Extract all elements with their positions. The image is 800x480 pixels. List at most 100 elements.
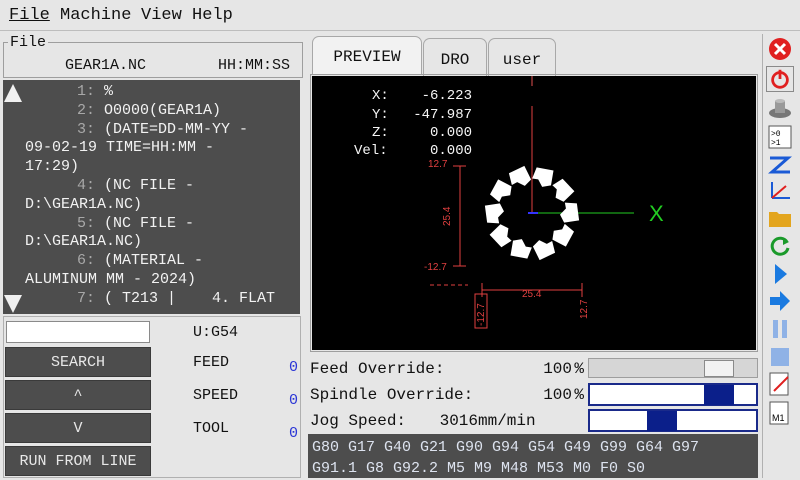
m1-icon[interactable]: M1 — [766, 400, 794, 426]
gcode-line-number: 7: — [77, 289, 96, 307]
gear-tooth — [484, 203, 504, 224]
up-button[interactable]: ^ — [5, 380, 151, 410]
step-icon[interactable] — [766, 288, 794, 314]
gcode-line-number: 5: — [77, 214, 96, 232]
file-panel-legend: File — [8, 34, 49, 51]
gcode-line-number: 1: — [77, 83, 96, 100]
menu-machine[interactable]: Machine — [60, 6, 131, 25]
gear-tooth — [489, 179, 512, 203]
active-gcodes-line1: G80 G17 G40 G21 G90 G94 G54 G49 G99 G64 … — [312, 439, 700, 456]
gcode-line[interactable]: 1: % — [25, 83, 113, 102]
menu-file[interactable]: File — [9, 6, 50, 25]
gcode-line[interactable]: 3: (DATE=DD-MM-YY - — [25, 121, 248, 140]
dro-y-value: -47.987 — [413, 107, 472, 123]
run-from-line-button[interactable]: RUN FROM LINE — [5, 446, 151, 476]
gcode-line[interactable]: D:\GEAR1A.NC) — [25, 233, 142, 252]
tool-value: 0 — [288, 425, 298, 442]
feed-override-unit: % — [574, 360, 584, 378]
power-icon[interactable] — [766, 66, 794, 92]
axes-icon[interactable] — [766, 178, 794, 204]
stop-icon[interactable] — [766, 344, 794, 370]
scroll-down-icon[interactable] — [4, 295, 22, 313]
search-input[interactable] — [6, 321, 150, 343]
scroll-up-icon[interactable] — [4, 84, 22, 102]
gcode-line[interactable]: 6: (MATERIAL - — [25, 252, 203, 271]
feed-value: 0 — [288, 359, 298, 376]
toolpath-preview[interactable]: X 12.7 -12.7 25.4 25.4 -12.7 12.7 X: Y: … — [312, 76, 756, 350]
svg-text:>0: >0 — [771, 130, 781, 139]
dim-width-label: 25.4 — [522, 289, 542, 300]
spindle-override-value: 100 — [543, 386, 572, 404]
dim-right-label: 12.7 — [579, 299, 590, 319]
dim-bottom-label: -12.7 — [424, 262, 447, 273]
coord-system: U:G54 — [193, 324, 239, 341]
svg-text:>1: >1 — [771, 139, 781, 148]
tab-user[interactable]: user — [488, 38, 556, 76]
gcode-line[interactable]: D:\GEAR1A.NC) — [25, 196, 142, 215]
dro-z-label: Z: — [372, 125, 389, 141]
gear-tooth — [532, 240, 556, 261]
run-icon[interactable] — [766, 261, 794, 287]
gear-tooth — [508, 165, 532, 186]
file-time: HH:MM:SS — [218, 57, 291, 74]
gear-tooth — [532, 167, 554, 187]
gear-tooth — [560, 202, 580, 223]
spindle-override-label: Spindle Override: — [310, 386, 474, 404]
dro-x-value: -6.223 — [421, 88, 472, 104]
feed-override-handle[interactable] — [704, 360, 734, 377]
folder-icon[interactable] — [766, 205, 794, 231]
home-icon[interactable] — [766, 95, 794, 121]
gear-tooth — [552, 178, 575, 202]
active-gcodes-line2: G91.1 G8 G92.2 M5 M9 M48 M53 M0 F0 S0 — [312, 460, 646, 477]
reload-icon[interactable] — [766, 233, 794, 259]
dim-top-label: 12.7 — [428, 159, 448, 170]
file-name: GEAR1A.NC — [65, 57, 147, 74]
feed-label: FEED — [193, 354, 230, 371]
edit-icon[interactable] — [766, 371, 794, 397]
gcode-line-number: 6: — [77, 252, 96, 270]
gcode-line[interactable]: 2: O0000(GEAR1A) — [25, 102, 221, 121]
speed-label: SPEED — [193, 387, 239, 404]
gcode-line-number: 2: — [77, 101, 96, 119]
jog-speed-unit: mm/min — [478, 412, 536, 430]
gcode-line[interactable]: 7: ( T213 | 4. FLAT — [25, 290, 275, 309]
estop-icon[interactable] — [766, 36, 794, 62]
spindle-override-handle[interactable] — [704, 385, 734, 405]
tab-dro[interactable]: DRO — [423, 38, 487, 76]
jog-speed-value: 3016 — [439, 412, 478, 430]
axis-x-label: X — [649, 201, 664, 226]
search-button[interactable]: SEARCH — [5, 347, 151, 377]
gcode-line[interactable]: ALUMINUM MM - 2024) — [25, 271, 196, 290]
menu-help[interactable]: Help — [192, 6, 233, 25]
dim-side-label: 25.4 — [442, 206, 453, 226]
gcode-line[interactable]: 09-02-19 TIME=HH:MM - — [25, 139, 214, 158]
down-button[interactable]: V — [5, 413, 151, 443]
speed-value: 0 — [288, 392, 298, 409]
svg-text:M1: M1 — [772, 413, 785, 423]
dro-y-label: Y: — [372, 107, 389, 123]
gcode-line[interactable]: 17:29) — [25, 158, 79, 177]
path-icon[interactable] — [766, 152, 794, 178]
gcode-line-number: 4: — [77, 177, 96, 194]
gear-tooth — [552, 223, 575, 247]
dro-x-label: X: — [372, 88, 389, 104]
menu-view[interactable]: View — [141, 6, 182, 25]
gcode-viewer[interactable]: 1: % 2: O0000(GEAR1A) 3: (DATE=DD-MM-YY -0… — [3, 80, 300, 314]
gcode-line[interactable]: 5: (NC FILE - — [25, 215, 194, 234]
gear-tooth — [489, 224, 512, 248]
tool-label: TOOL — [193, 420, 230, 437]
gear-tooth — [510, 239, 532, 259]
touchoff-icon[interactable]: >0>1 — [766, 124, 794, 150]
pause-icon[interactable] — [766, 316, 794, 342]
gcode-line-number: 3: — [77, 120, 96, 138]
gcode-line[interactable]: 4: (NC FILE - — [25, 177, 194, 196]
dim-left-box-label: -12.7 — [476, 303, 487, 326]
feed-override-label: Feed Override: — [310, 360, 445, 378]
menu-bar: File Machine View Help — [0, 0, 800, 31]
active-gcodes: G80 G17 G40 G21 G90 G94 G54 G49 G99 G64 … — [308, 434, 758, 478]
dro-vel-label: Vel: — [354, 143, 388, 159]
jog-speed-handle[interactable] — [647, 411, 677, 431]
tab-preview[interactable]: PREVIEW — [312, 36, 422, 74]
dro-vel-value: 0.000 — [429, 143, 472, 159]
feed-override-value: 100 — [543, 360, 572, 378]
